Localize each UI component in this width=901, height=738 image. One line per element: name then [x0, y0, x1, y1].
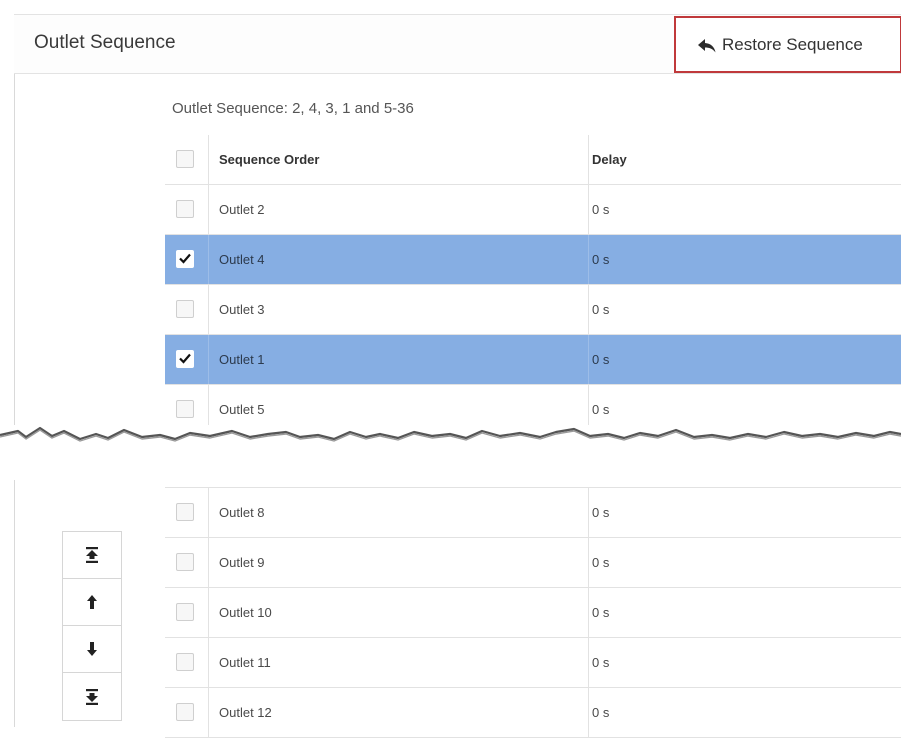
- delay-cell: 0 s: [592, 705, 610, 720]
- move-to-bottom-button[interactable]: [63, 673, 121, 720]
- move-down-icon: [87, 642, 97, 656]
- table-row[interactable]: Outlet 10 0 s: [165, 588, 901, 638]
- row-checkbox[interactable]: [176, 503, 194, 521]
- delay-cell: 0 s: [592, 655, 610, 670]
- move-to-top-button[interactable]: [63, 532, 121, 579]
- delay-cell: 0 s: [592, 555, 610, 570]
- row-checkbox[interactable]: [176, 350, 194, 368]
- outlet-name-cell: Outlet 3: [209, 285, 589, 334]
- delay-cell: 0 s: [592, 202, 610, 217]
- move-down-button[interactable]: [63, 626, 121, 673]
- table-row[interactable]: Outlet 80 s: [165, 488, 901, 538]
- select-all-checkbox[interactable]: [176, 150, 194, 168]
- outlet-name-cell: Outlet 9: [209, 538, 589, 587]
- table-row[interactable]: Outlet 40 s: [165, 235, 901, 285]
- delay-cell: 0 s: [592, 252, 610, 267]
- column-header-delay[interactable]: Delay: [589, 135, 901, 184]
- table-row[interactable]: Outlet 30 s: [165, 285, 901, 335]
- outlet-name-cell: Outlet 8: [209, 488, 589, 537]
- table-break-separator: [0, 425, 901, 480]
- panel-left-border: [14, 74, 15, 727]
- panel-header: Outlet Sequence Restore Sequence: [14, 14, 901, 74]
- outlet-name-cell: Outlet 2: [209, 185, 589, 234]
- table-row[interactable]: Outlet 12 0 s: [165, 688, 901, 738]
- table-row[interactable]: Outlet 90 s: [165, 538, 901, 588]
- outlet-name-cell: Outlet 11: [209, 638, 589, 687]
- move-up-button[interactable]: [63, 579, 121, 626]
- row-checkbox[interactable]: [176, 703, 194, 721]
- delay-cell: 0 s: [592, 302, 610, 317]
- row-checkbox[interactable]: [176, 300, 194, 318]
- row-checkbox[interactable]: [176, 200, 194, 218]
- move-to-bottom-icon: [85, 688, 99, 705]
- column-header-sequence-order[interactable]: Sequence Order: [209, 135, 589, 184]
- move-to-top-icon: [85, 547, 99, 563]
- outlet-name-cell: Outlet 1: [209, 335, 589, 384]
- row-checkbox[interactable]: [176, 553, 194, 571]
- table-row[interactable]: Outlet 10 s: [165, 335, 901, 385]
- delay-cell: 0 s: [592, 605, 610, 620]
- outlet-sequence-table: Sequence Order Delay Outlet 20 s Outlet 4…: [165, 135, 901, 435]
- restore-sequence-label: Restore Sequence: [722, 34, 863, 54]
- row-checkbox[interactable]: [176, 603, 194, 621]
- move-up-icon: [87, 595, 97, 609]
- table-row[interactable]: Outlet 11 0 s: [165, 638, 901, 688]
- delay-cell: 0 s: [592, 352, 610, 367]
- panel-title: Outlet Sequence: [34, 32, 176, 53]
- table-header-row: Sequence Order Delay: [165, 135, 901, 185]
- move-controls: [62, 531, 122, 721]
- checkmark-icon: [179, 353, 191, 364]
- delay-cell: 0 s: [592, 505, 610, 520]
- outlet-name-cell: Outlet 10: [209, 588, 589, 637]
- row-checkbox[interactable]: [176, 250, 194, 268]
- outlet-sequence-table-continued: Outlet 80 s Outlet 90 s Outlet 10 0 s Outlet…: [165, 482, 901, 738]
- restore-sequence-button[interactable]: Restore Sequence: [674, 16, 901, 73]
- checkmark-icon: [179, 253, 191, 264]
- row-checkbox[interactable]: [176, 400, 194, 418]
- row-checkbox[interactable]: [176, 653, 194, 671]
- sequence-caption: Outlet Sequence: 2, 4, 3, 1 and 5-36: [172, 100, 414, 117]
- reply-arrow-icon: [698, 38, 716, 52]
- table-row[interactable]: Outlet 20 s: [165, 185, 901, 235]
- outlet-name-cell: Outlet 4: [209, 235, 589, 284]
- outlet-name-cell: Outlet 12: [209, 688, 589, 737]
